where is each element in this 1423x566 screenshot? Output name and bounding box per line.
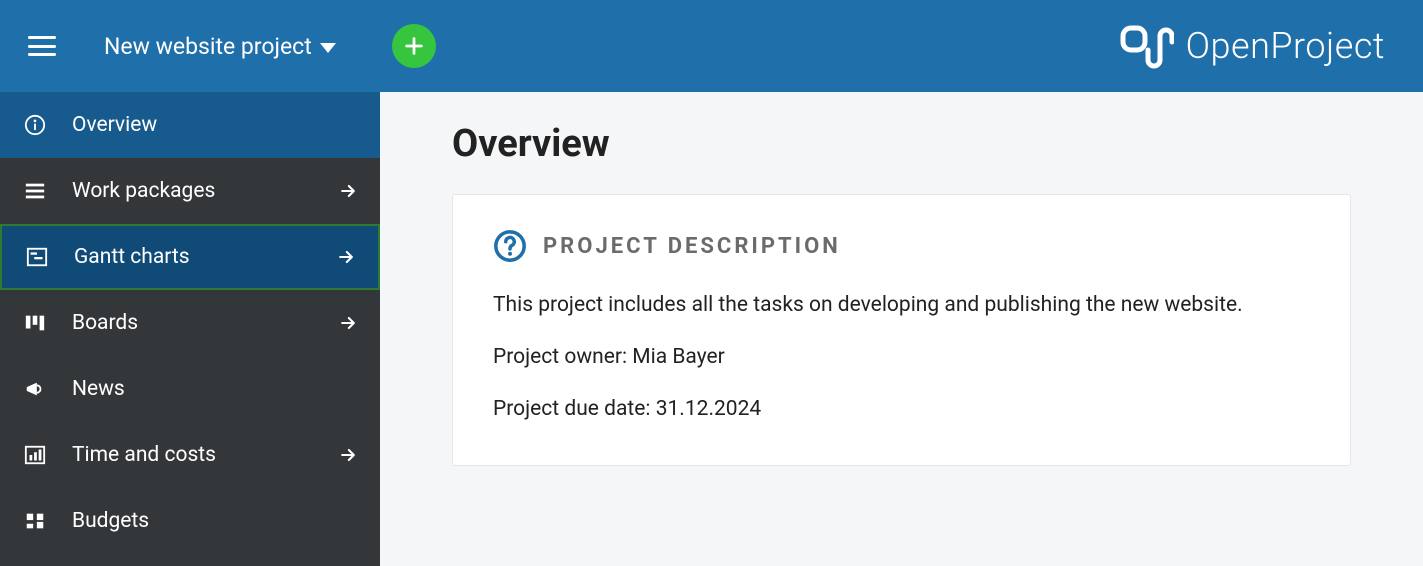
list-icon (22, 180, 48, 202)
sidebar: Overview Work packages Gantt charts Boar… (0, 92, 380, 566)
chart-icon (22, 444, 48, 466)
project-selector[interactable]: New website project (104, 33, 336, 60)
main-content: Overview PROJECT DESCRIPTION This projec… (380, 92, 1423, 566)
arrow-right-icon (336, 247, 356, 267)
sidebar-item-news[interactable]: News (0, 356, 380, 422)
sidebar-item-gantt-charts[interactable]: Gantt charts (0, 224, 380, 290)
page-title: Overview (452, 122, 1351, 166)
sidebar-item-label: Boards (72, 311, 338, 335)
card-title: PROJECT DESCRIPTION (543, 234, 841, 259)
sidebar-item-work-packages[interactable]: Work packages (0, 158, 380, 224)
sidebar-item-label: Overview (72, 113, 358, 137)
sidebar-item-time-and-costs[interactable]: Time and costs (0, 422, 380, 488)
brand-text: OpenProject (1186, 25, 1385, 67)
plus-icon (403, 35, 425, 57)
sidebar-item-boards[interactable]: Boards (0, 290, 380, 356)
sidebar-item-budgets[interactable]: Budgets (0, 488, 380, 554)
card-header: PROJECT DESCRIPTION (493, 229, 1310, 263)
arrow-right-icon (338, 181, 358, 201)
hamburger-menu-icon[interactable] (28, 36, 56, 56)
gantt-icon (24, 246, 50, 268)
project-description-card: PROJECT DESCRIPTION This project include… (452, 194, 1351, 466)
arrow-right-icon (338, 313, 358, 333)
description-line: This project includes all the tasks on d… (493, 293, 1310, 317)
sidebar-item-label: Work packages (72, 179, 338, 203)
top-bar: New website project OpenProject (0, 0, 1423, 92)
budget-icon (22, 510, 48, 532)
add-button[interactable] (392, 24, 436, 68)
sidebar-item-label: Gantt charts (74, 245, 336, 269)
brand-logo: OpenProject (1120, 22, 1385, 70)
info-icon (22, 114, 48, 136)
megaphone-icon (22, 378, 48, 400)
arrow-right-icon (338, 445, 358, 465)
help-icon[interactable] (493, 229, 527, 263)
openproject-logo-icon (1120, 22, 1174, 70)
sidebar-item-overview[interactable]: Overview (0, 92, 380, 158)
caret-down-icon (320, 43, 336, 53)
project-owner-line: Project owner: Mia Bayer (493, 345, 1310, 369)
sidebar-item-label: Budgets (72, 509, 358, 533)
boards-icon (22, 312, 48, 334)
sidebar-item-label: News (72, 377, 358, 401)
project-due-date-line: Project due date: 31.12.2024 (493, 397, 1310, 421)
sidebar-item-label: Time and costs (72, 443, 338, 467)
project-name: New website project (104, 33, 312, 60)
